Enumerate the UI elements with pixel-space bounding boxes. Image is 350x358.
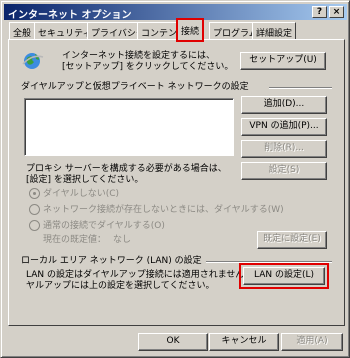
window-title: インターネット オプション [8,10,132,21]
radio-always-dial-label: 通常の接続でダイヤルする(O) [43,221,165,231]
tab-connections[interactable]: 接続 [175,18,205,42]
setup-instruction-line2: [セットアップ] をクリックしてください。 [62,62,234,72]
dialup-separator [269,87,332,89]
lan-instruction-line2: ヤルアップには上の設定を選択してください。 [26,281,215,291]
current-default-label: 現在の既定値： [43,235,107,245]
settings-button[interactable]: 設定(S) [241,162,327,180]
delete-button[interactable]: 削除(R)... [241,140,327,158]
proxy-instruction-line2: [設定] を選択してください。 [26,175,144,185]
apply-button[interactable]: 適用(A) [281,333,343,351]
help-button[interactable]: ? [312,6,327,18]
set-default-button[interactable]: 既定に設定(E) [257,231,327,249]
radio-always-dial[interactable] [29,220,40,231]
cancel-button[interactable]: キャンセル [209,333,279,351]
tab-general[interactable]: 全般 [9,22,36,40]
radio-never-dial-label: ダイヤルしない(C) [43,189,120,199]
add-button[interactable]: 追加(D)... [241,96,327,114]
internet-options-dialog: インターネット オプション ? × 全般 セキュリティ プライバシー コンテンツ… [0,0,350,358]
setup-button[interactable]: セットアップ(U) [240,52,326,70]
lan-settings-button[interactable]: LAN の設定(L) [239,263,329,289]
title-bar: インターネット オプション [4,4,347,21]
ok-button[interactable]: OK [138,333,208,351]
current-default-value: なし [113,235,132,245]
dialup-section-label: ダイヤルアップと仮想プライベート ネットワークの設定 [21,82,249,92]
dialup-connections-list[interactable] [24,98,234,156]
globe-icon [22,53,44,69]
radio-dial-when-no-connection-label: ネットワーク接続が存在しないときには、ダイヤルする(W) [43,205,284,215]
close-button[interactable]: × [329,6,344,18]
radio-never-dial[interactable] [29,188,40,199]
radio-dial-when-no-connection[interactable] [29,204,40,215]
lan-separator [206,261,332,263]
tab-advanced[interactable]: 詳細設定 [252,22,297,40]
lan-section-label: ローカル エリア ネットワーク (LAN) の設定 [21,256,202,266]
add-vpn-button[interactable]: VPN の追加(P)... [241,118,327,136]
